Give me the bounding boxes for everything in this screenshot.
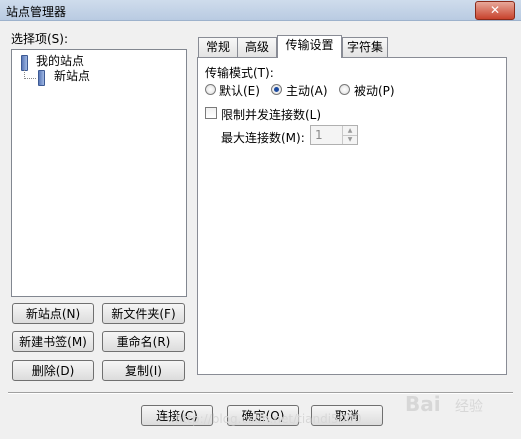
copy-button[interactable]: 复制(I) <box>102 360 185 381</box>
transfer-mode-label: 传输模式(T): <box>205 66 274 80</box>
new-site-button[interactable]: 新站点(N) <box>12 303 94 324</box>
title-bar: 站点管理器 ✕ <box>0 0 521 21</box>
max-connections-value: 1 <box>315 128 323 142</box>
window-title: 站点管理器 <box>6 5 67 19</box>
tab-general[interactable]: 常规 <box>198 37 238 57</box>
tab-advanced[interactable]: 高级 <box>237 37 277 57</box>
new-folder-button[interactable]: 新文件夹(F) <box>102 303 185 324</box>
new-bookmark-button[interactable]: 新建书签(M) <box>12 331 94 352</box>
rename-button[interactable]: 重命名(R) <box>102 331 185 352</box>
tree-item-new-site[interactable]: 新站点 <box>54 68 90 84</box>
site-icon <box>38 70 45 86</box>
tab-charset[interactable]: 字符集 <box>342 37 388 57</box>
tree-connector-line <box>24 78 36 79</box>
radio-passive-label: 被动(P) <box>354 84 395 98</box>
limit-connections-label: 限制并发连接数(L) <box>221 108 322 122</box>
max-connections-stepper[interactable]: 1 ▲ ▼ <box>310 125 358 145</box>
max-connections-label: 最大连接数(M): <box>221 131 305 145</box>
watermark-url: http://blog.csdn.net/tiandi5000 <box>175 412 362 426</box>
radio-active-label: 主动(A) <box>286 84 328 98</box>
watermark-brand-suffix: 经验 <box>455 399 483 415</box>
spin-down-icon[interactable]: ▼ <box>342 135 357 144</box>
radio-default[interactable] <box>205 84 216 95</box>
transfer-settings-panel <box>197 57 507 375</box>
tree-item-my-sites[interactable]: 我的站点 <box>36 53 84 69</box>
close-button[interactable]: ✕ <box>475 1 515 20</box>
radio-passive[interactable] <box>339 84 350 95</box>
select-label: 选择项(S): <box>11 32 69 46</box>
site-root-icon <box>21 55 28 71</box>
close-icon: ✕ <box>489 3 501 17</box>
radio-active[interactable] <box>271 84 282 95</box>
radio-default-label: 默认(E) <box>219 84 260 98</box>
tab-transfer-settings[interactable]: 传输设置 <box>277 35 342 58</box>
limit-connections-checkbox[interactable] <box>205 107 217 119</box>
delete-button[interactable]: 删除(D) <box>12 360 94 381</box>
site-tree[interactable]: 我的站点 新站点 <box>11 49 187 297</box>
watermark-brand: Bai <box>405 392 441 416</box>
